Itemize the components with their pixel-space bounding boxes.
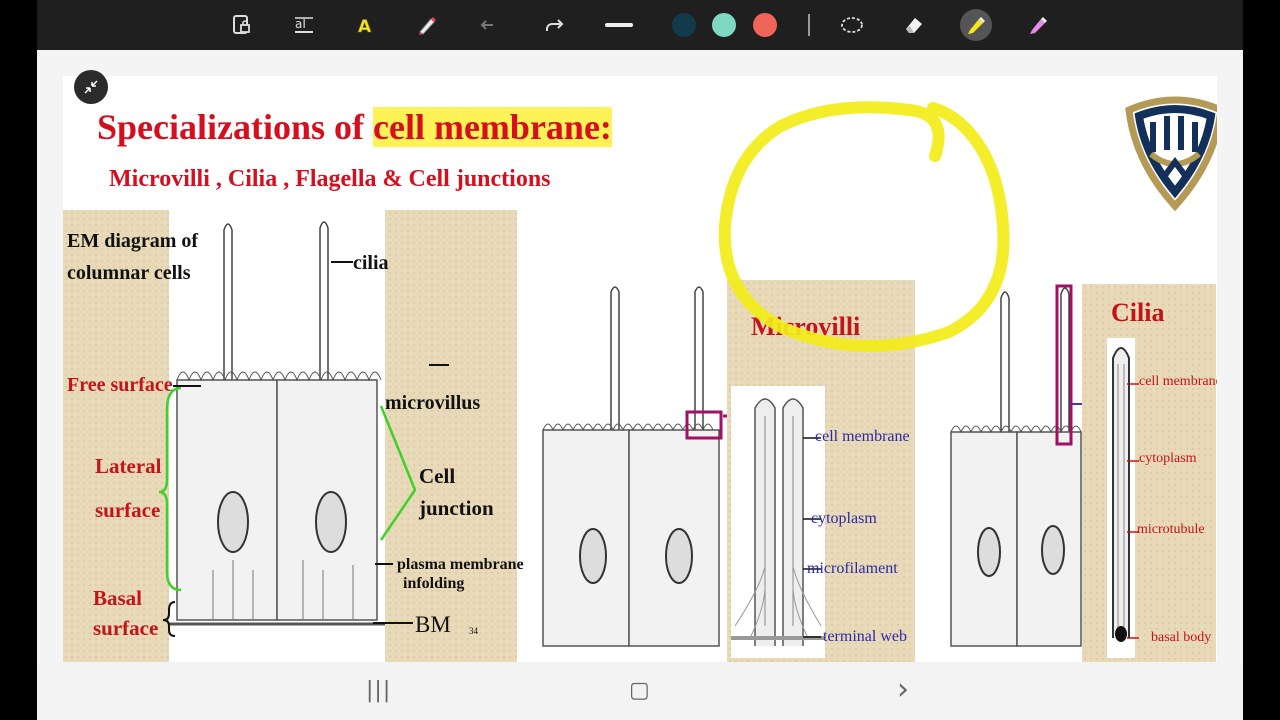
- recent-apps-button[interactable]: |||: [366, 678, 391, 703]
- pen-icon[interactable]: [411, 9, 443, 41]
- cilia-label: cilia: [353, 252, 389, 274]
- microvilli-cells-illustration: [542, 286, 723, 647]
- free-surface-label: Free surface: [67, 374, 173, 396]
- plasma-membrane-label: plasma membrane: [397, 556, 524, 573]
- color-swatch-coral[interactable]: [753, 13, 777, 37]
- undo-icon[interactable]: [474, 9, 506, 41]
- basal-label: Basal: [93, 586, 143, 610]
- highlighted-title: cell membrane:: [373, 107, 612, 147]
- microvilli-microfilament-label: microfilament: [807, 560, 898, 577]
- svg-text:aI: aI: [295, 17, 306, 31]
- microvilli-cytoplasm-label: cytoplasm: [811, 510, 877, 527]
- exit-fullscreen-button[interactable]: [74, 70, 108, 104]
- eraser-icon[interactable]: [898, 9, 930, 41]
- document-page: Specializations of cell membrane: Microv…: [37, 50, 1243, 662]
- bm-label: BM: [415, 612, 451, 637]
- highlighter-icon[interactable]: [960, 9, 992, 41]
- cilia-panel: [1082, 284, 1216, 662]
- lecture-slide: Specializations of cell membrane: Microv…: [63, 76, 1217, 662]
- microvilli-cell-membrane-label: cell membrane: [815, 428, 910, 445]
- highlight-text-icon[interactable]: A: [349, 9, 381, 41]
- junction-label: junction: [419, 496, 494, 520]
- home-button[interactable]: ▢: [629, 678, 650, 703]
- lateral-label: Lateral: [95, 454, 162, 478]
- system-navigation-bar: ||| ▢ ›: [37, 662, 1243, 720]
- em-diagram-heading-2: columnar cells: [67, 262, 191, 284]
- back-button[interactable]: ›: [897, 672, 909, 707]
- color-swatch-dark-teal[interactable]: [672, 13, 696, 37]
- cell-label: Cell: [419, 464, 456, 488]
- page-lock-icon[interactable]: [226, 9, 258, 41]
- basal-surface-label: surface: [93, 616, 159, 640]
- infolding-label: infolding: [403, 575, 465, 592]
- tablet-screen: aI A Specializations of cell membrane: M…: [37, 0, 1243, 720]
- microvilli-leader-lines: [803, 437, 821, 638]
- marker-icon[interactable]: [1022, 9, 1054, 41]
- svg-text:A: A: [358, 17, 372, 36]
- cilia-microtubule-label: microtubule: [1137, 522, 1205, 537]
- line-width-icon[interactable]: [603, 9, 635, 41]
- collapse-arrows-icon: [84, 80, 98, 94]
- redo-icon[interactable]: [538, 9, 570, 41]
- slide-title: Specializations of cell membrane:: [97, 107, 612, 147]
- cilia-cytoplasm-label: cytoplasm: [1139, 451, 1197, 466]
- em-diagram-heading-1: EM diagram of: [67, 230, 199, 252]
- cilia-leader-lines: [1127, 383, 1139, 639]
- toolbar-divider: [808, 14, 810, 36]
- university-logo: [1125, 96, 1217, 212]
- color-swatch-mint[interactable]: [712, 13, 736, 37]
- slide-subtitle: Microvilli , Cilia , Flagella & Cell jun…: [109, 166, 551, 192]
- microvilli-terminal-web-label: terminal web: [823, 628, 907, 645]
- annotation-toolbar: aI A: [37, 0, 1243, 50]
- lateral-surface-label: surface: [95, 498, 161, 522]
- highlighter-annotation-circle[interactable]: [713, 96, 1013, 366]
- lasso-icon[interactable]: [836, 9, 868, 41]
- cilia-title: Cilia: [1111, 298, 1165, 327]
- cilia-cell-membrane-label: cell membrane: [1139, 374, 1217, 389]
- microvillus-label: microvillus: [385, 392, 481, 414]
- cilia-basal-body-label: basal body: [1151, 630, 1212, 645]
- slide-page-number: 34: [469, 626, 478, 636]
- text-icon[interactable]: aI: [288, 9, 320, 41]
